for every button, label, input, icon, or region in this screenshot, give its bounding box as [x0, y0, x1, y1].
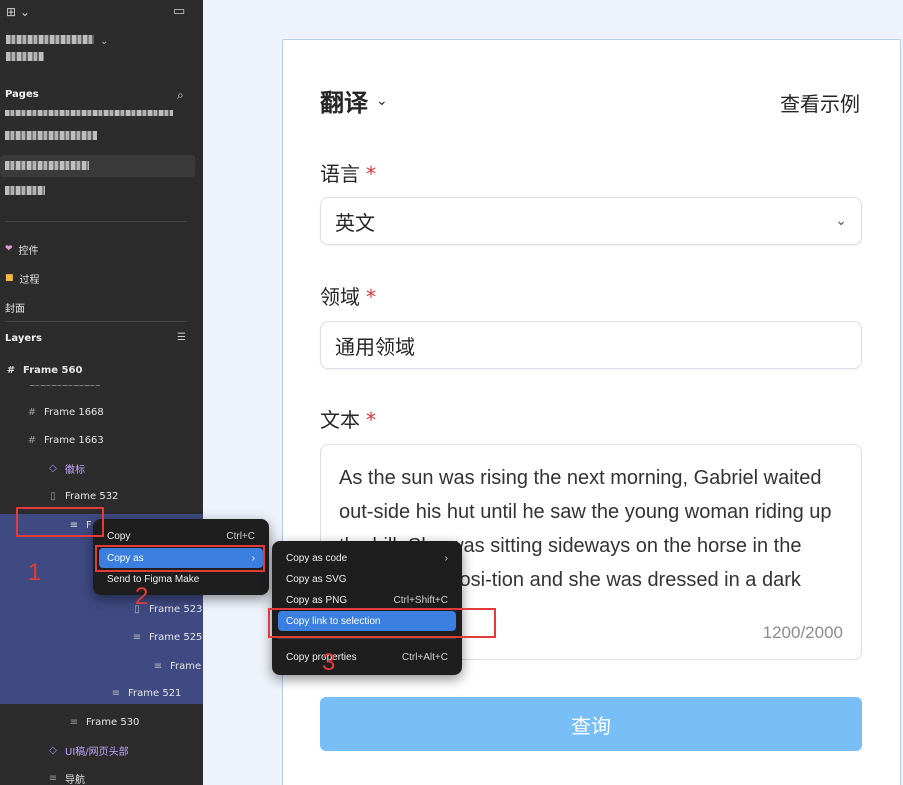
- menu-item-copy-properties[interactable]: Copy properties Ctrl+Alt+C: [278, 647, 456, 667]
- menu-divider: [278, 638, 456, 639]
- annotation-number-1: 1: [28, 559, 42, 586]
- layer-badge-component[interactable]: ◇ 徽标: [47, 457, 85, 479]
- frame-icon: #: [6, 364, 16, 376]
- menu-item-copy-as-code[interactable]: Copy as code ›: [278, 548, 456, 568]
- search-icon[interactable]: ⌕: [177, 88, 184, 103]
- auto-layout-icon: ≡: [48, 772, 58, 784]
- collapse-layers-icon[interactable]: ☰: [177, 332, 186, 343]
- annotation-box-2: [95, 545, 265, 572]
- project-name: [6, 52, 44, 64]
- page-item-controls[interactable]: ❤ 控件: [5, 238, 39, 260]
- menu-item-copy-as-svg[interactable]: Copy as SVG: [278, 569, 456, 589]
- form-title: 翻译: [320, 89, 368, 117]
- page-item-process[interactable]: ■ 过程: [5, 267, 40, 289]
- layer-frame-525[interactable]: ≡ Frame 525: [131, 626, 203, 648]
- heart-icon: ❤: [5, 244, 13, 254]
- required-mark: *: [366, 408, 376, 432]
- annotation-box-3: [268, 608, 496, 638]
- text-label: 文本 *: [320, 408, 376, 432]
- annotation-box-1: [16, 507, 104, 537]
- auto-layout-icon: ≡: [111, 687, 121, 699]
- form-title-dropdown[interactable]: 翻译 ⌄: [320, 83, 388, 118]
- auto-layout-icon: ≡: [132, 631, 142, 643]
- folder-icon: ■: [5, 273, 14, 283]
- menu-item-send-to-figma-make[interactable]: Send to Figma Make: [99, 569, 263, 589]
- toggle-sidebar-icon[interactable]: ▭: [173, 4, 185, 19]
- component-icon: ◇: [49, 462, 57, 474]
- layer-frame-nested[interactable]: ≡ Frame: [152, 655, 201, 677]
- pages-title: Pages: [5, 89, 39, 100]
- page-item-blurred-1[interactable]: [5, 108, 173, 119]
- layer-ui-header-component[interactable]: ◇ UI稿/网页头部: [47, 739, 129, 761]
- domain-input[interactable]: 通用领域: [320, 321, 862, 369]
- chevron-down-icon: ⌄: [376, 92, 388, 109]
- layer-frame-1663[interactable]: # Frame 1663: [26, 429, 104, 451]
- layer-root-frame[interactable]: # Frame 560: [5, 359, 83, 381]
- layer-frame-532[interactable]: ▯ Frame 532: [47, 485, 118, 507]
- view-example-link[interactable]: 查看示例: [780, 88, 860, 117]
- divider: [5, 321, 187, 322]
- file-name[interactable]: ⌄: [6, 35, 108, 47]
- frame-icon: #: [27, 406, 37, 418]
- auto-layout-icon: ▯: [50, 490, 56, 502]
- auto-layout-icon: ≡: [69, 716, 79, 728]
- annotation-number-3: 3: [322, 649, 336, 676]
- annotation-number-2: 2: [135, 583, 149, 610]
- layer-clipped-row[interactable]: [30, 380, 110, 386]
- domain-label: 领域 *: [320, 285, 376, 309]
- menu-item-copy-as-png[interactable]: Copy as PNG Ctrl+Shift+C: [278, 590, 456, 610]
- language-label: 语言 *: [320, 162, 376, 186]
- figma-logo-icon[interactable]: ⊞ ⌄: [6, 5, 30, 19]
- component-icon: ◇: [49, 744, 57, 756]
- layer-frame-530[interactable]: ≡ Frame 530: [68, 711, 140, 733]
- chevron-down-icon: ⌄: [835, 213, 847, 229]
- layers-sidebar: ⊞ ⌄ ▭ ⌄ Pages ⌕ ❤ 控件 ■ 过程 封面 Layers ☰ # …: [0, 0, 203, 785]
- submenu-arrow-icon: ›: [444, 552, 448, 564]
- divider: [5, 221, 187, 222]
- frame-icon: #: [27, 434, 37, 446]
- layer-nav[interactable]: ≡ 导航: [47, 767, 85, 785]
- page-item-blurred-3[interactable]: [5, 186, 45, 198]
- page-item-blurred-2[interactable]: [5, 131, 97, 143]
- layers-title: Layers: [5, 333, 42, 344]
- char-counter: 1200/2000: [762, 623, 843, 642]
- query-button[interactable]: 查询: [320, 697, 862, 751]
- page-item-current[interactable]: [0, 155, 195, 177]
- layer-frame-521[interactable]: ≡ Frame 521: [110, 682, 182, 704]
- required-mark: *: [366, 285, 376, 309]
- required-mark: *: [366, 162, 376, 186]
- menu-item-copy[interactable]: Copy Ctrl+C: [99, 526, 263, 546]
- layer-frame-1668[interactable]: # Frame 1668: [26, 401, 104, 423]
- page-item-cover[interactable]: 封面: [5, 296, 25, 318]
- auto-layout-icon: ≡: [153, 660, 163, 672]
- language-select[interactable]: 英文 ⌄: [320, 197, 862, 245]
